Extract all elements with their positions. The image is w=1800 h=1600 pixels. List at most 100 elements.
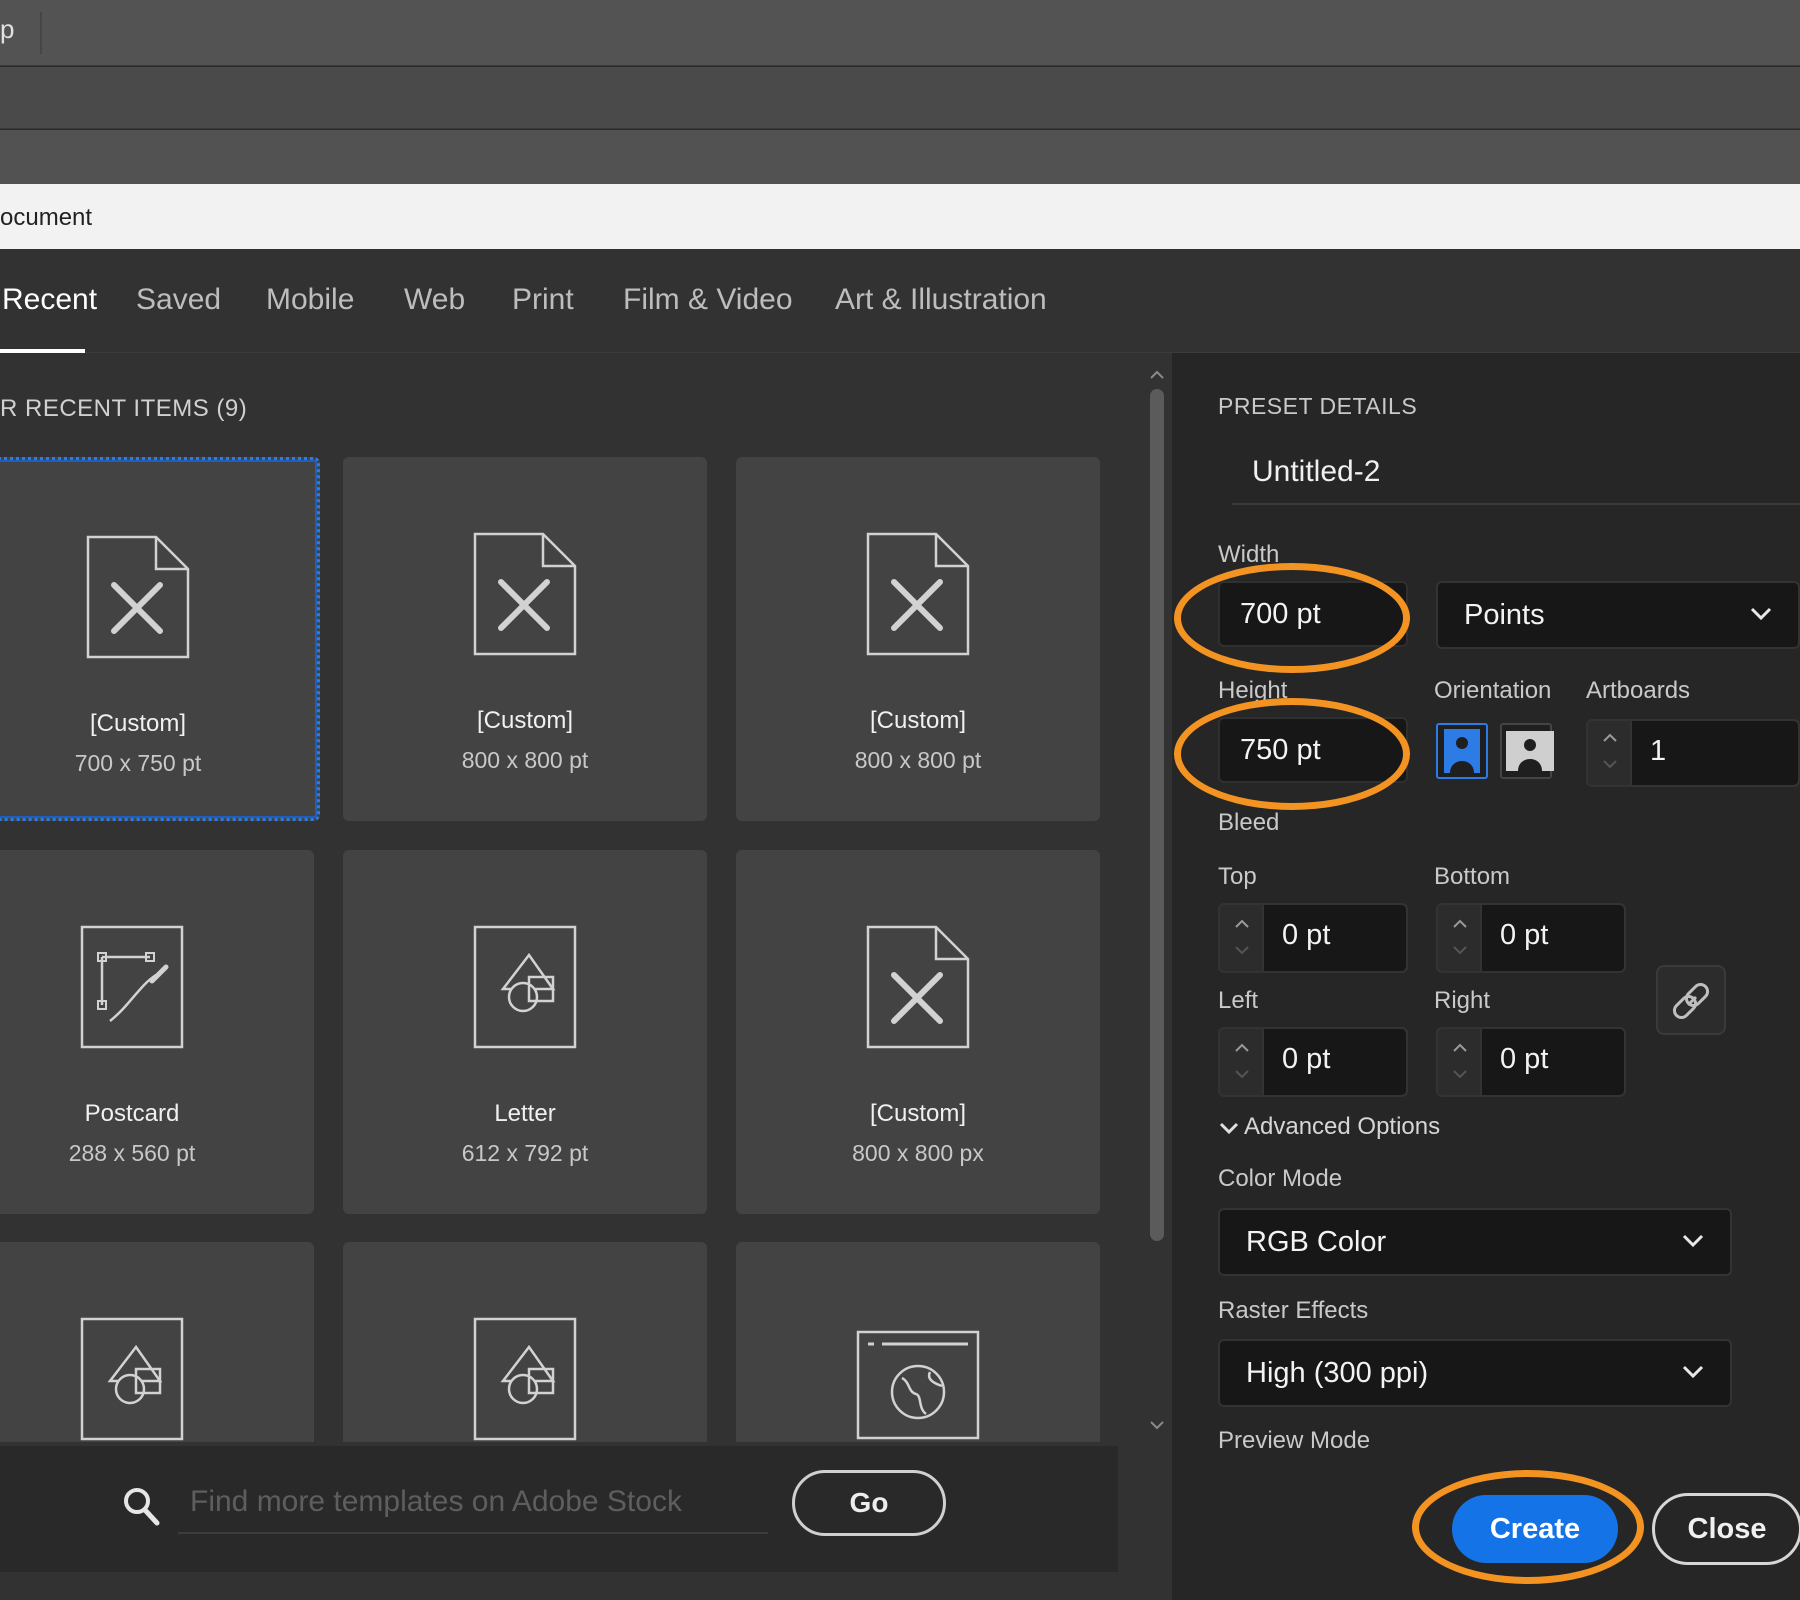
spin-down-icon[interactable]: [1450, 943, 1470, 957]
bleed-top-spinner[interactable]: [1220, 905, 1264, 971]
bleed-bottom-value: 0 pt: [1500, 919, 1549, 951]
item-size: 800 x 800 pt: [461, 747, 589, 773]
link-bleed-button[interactable]: [1656, 965, 1726, 1035]
control-bar: [0, 67, 1800, 129]
preset-tabs: Recent Saved Mobile Web Print Film & Vid…: [0, 249, 1800, 353]
item-name: [Custom]: [476, 707, 574, 734]
shapes-doc-icon: [473, 925, 577, 1049]
units-dropdown[interactable]: Points: [1436, 581, 1800, 649]
bleed-top-stepper[interactable]: 0 pt: [1218, 903, 1408, 973]
tab-print[interactable]: Print: [512, 283, 574, 317]
tab-saved[interactable]: Saved: [136, 283, 221, 317]
custom-doc-icon: [866, 925, 970, 1049]
recent-section-title: R RECENT ITEMS (9): [0, 395, 248, 422]
web-doc-icon: [856, 1330, 980, 1440]
artboards-spinner[interactable]: [1588, 721, 1632, 785]
height-field[interactable]: 750 pt: [1218, 717, 1408, 783]
recent-item-9[interactable]: [736, 1242, 1100, 1442]
bleed-right-value: 0 pt: [1500, 1043, 1549, 1075]
spin-up-icon[interactable]: [1600, 731, 1620, 745]
recent-item-8[interactable]: [343, 1242, 707, 1442]
width-value: 700 pt: [1240, 598, 1321, 630]
spin-up-icon[interactable]: [1232, 917, 1252, 931]
bleed-right-spinner[interactable]: [1438, 1029, 1482, 1095]
recent-item-3[interactable]: [Custom] 800 x 800 pt: [736, 457, 1100, 821]
tab-recent[interactable]: Recent: [2, 283, 97, 317]
item-size: 288 x 560 pt: [68, 1140, 196, 1166]
scrollbar-thumb[interactable]: [1150, 389, 1164, 1241]
recent-scrollbar[interactable]: [1143, 363, 1171, 1438]
raster-effects-dropdown[interactable]: High (300 ppi): [1218, 1339, 1732, 1407]
bleed-left-stepper[interactable]: 0 pt: [1218, 1027, 1408, 1097]
tool-options-bar: [0, 130, 1800, 184]
bleed-left-spinner[interactable]: [1220, 1029, 1264, 1095]
bleed-label: Bleed: [1218, 809, 1280, 836]
item-size: 612 x 792 pt: [461, 1140, 589, 1166]
tab-art-illustration[interactable]: Art & Illustration: [835, 283, 1047, 317]
stock-search-bar: Go: [0, 1446, 1118, 1572]
bleed-left-label: Left: [1218, 987, 1259, 1014]
stock-search-input[interactable]: [178, 1472, 768, 1534]
color-mode-dropdown[interactable]: RGB Color: [1218, 1208, 1732, 1276]
preview-mode-label: Preview Mode: [1218, 1427, 1371, 1449]
item-name: [Custom]: [869, 707, 967, 734]
raster-effects-value: High (300 ppi): [1246, 1357, 1429, 1389]
bleed-right-value-box[interactable]: 0 pt: [1482, 1029, 1624, 1095]
artboards-value-box[interactable]: 1: [1632, 721, 1798, 785]
spin-down-icon[interactable]: [1232, 1067, 1252, 1081]
tab-film-video[interactable]: Film & Video: [623, 283, 793, 317]
recent-item-1[interactable]: [Custom] 700 x 750 pt: [0, 457, 320, 821]
recent-item-7[interactable]: [0, 1242, 314, 1442]
close-button[interactable]: Close: [1652, 1493, 1800, 1565]
link-icon: [1672, 982, 1710, 1020]
recent-item-4[interactable]: Postcard 288 x 560 pt: [0, 850, 314, 1214]
advanced-options-toggle[interactable]: Advanced Options: [1218, 1113, 1440, 1141]
width-field[interactable]: 700 pt: [1218, 581, 1408, 647]
item-name: [Custom]: [869, 1100, 967, 1127]
document-name-field[interactable]: Untitled-2: [1232, 443, 1800, 505]
artboards-stepper[interactable]: 1: [1586, 719, 1800, 787]
artboards-value: 1: [1650, 735, 1667, 767]
scroll-up-icon[interactable]: [1147, 365, 1167, 385]
scroll-down-icon[interactable]: [1147, 1415, 1167, 1435]
recent-panel: R RECENT ITEMS (9) [Custom] 700 x 750 pt…: [0, 353, 1172, 1600]
bleed-left-value-box[interactable]: 0 pt: [1264, 1029, 1406, 1095]
dialog-title-bar: ocument: [0, 184, 1800, 249]
bleed-top-value-box[interactable]: 0 pt: [1264, 905, 1406, 971]
recent-item-2[interactable]: [Custom] 800 x 800 pt: [343, 457, 707, 821]
tab-web[interactable]: Web: [404, 283, 465, 317]
spin-up-icon[interactable]: [1450, 917, 1470, 931]
color-mode-value: RGB Color: [1246, 1226, 1387, 1258]
color-mode-label: Color Mode: [1218, 1165, 1343, 1192]
search-icon: [124, 1488, 160, 1526]
menu-separator: [40, 12, 42, 54]
portrait-icon: [1444, 729, 1480, 773]
spin-up-icon[interactable]: [1450, 1041, 1470, 1055]
height-value: 750 pt: [1240, 734, 1321, 766]
bleed-top-value: 0 pt: [1282, 919, 1331, 951]
bleed-bottom-spinner[interactable]: [1438, 905, 1482, 971]
spin-up-icon[interactable]: [1232, 1041, 1252, 1055]
custom-doc-icon: [86, 535, 190, 659]
item-size: 700 x 750 pt: [74, 750, 202, 776]
menu-item[interactable]: p: [0, 14, 14, 45]
spin-down-icon[interactable]: [1600, 757, 1620, 771]
preset-details-title: PRESET DETAILS: [1218, 393, 1418, 419]
bleed-bottom-value-box[interactable]: 0 pt: [1482, 905, 1624, 971]
recent-item-5[interactable]: Letter 612 x 792 pt: [343, 850, 707, 1214]
go-button[interactable]: Go: [792, 1470, 946, 1536]
portrait-orientation-button[interactable]: [1436, 723, 1488, 779]
item-name: Letter: [494, 1100, 556, 1127]
custom-doc-icon: [866, 532, 970, 656]
recent-item-6[interactable]: [Custom] 800 x 800 px: [736, 850, 1100, 1214]
landscape-orientation-button[interactable]: [1500, 723, 1554, 779]
create-button[interactable]: Create: [1452, 1495, 1618, 1563]
spin-down-icon[interactable]: [1450, 1067, 1470, 1081]
spin-down-icon[interactable]: [1232, 943, 1252, 957]
tab-mobile[interactable]: Mobile: [266, 283, 354, 317]
bleed-bottom-stepper[interactable]: 0 pt: [1436, 903, 1626, 973]
artboards-label: Artboards: [1586, 677, 1691, 704]
bleed-right-stepper[interactable]: 0 pt: [1436, 1027, 1626, 1097]
advanced-options-label: Advanced Options: [1244, 1113, 1441, 1140]
chevron-down-icon: [1750, 607, 1772, 621]
